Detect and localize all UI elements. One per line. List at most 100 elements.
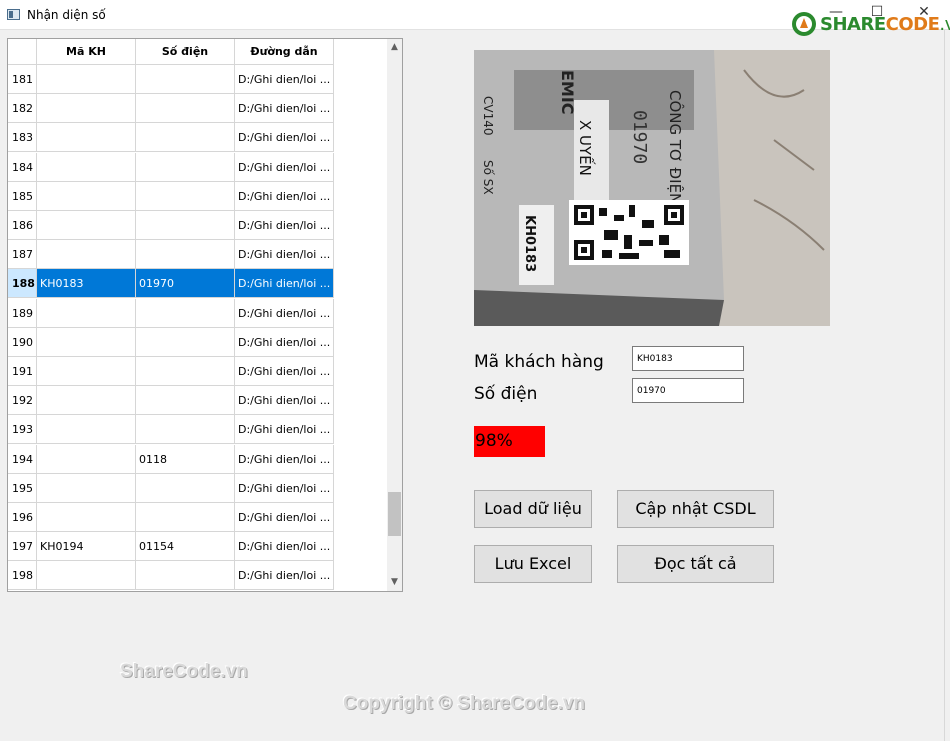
cell-so-dien[interactable] xyxy=(136,211,235,240)
row-number[interactable]: 185 xyxy=(8,181,37,211)
cell-so-dien[interactable] xyxy=(136,357,235,386)
cell-so-dien[interactable]: 01154 xyxy=(136,532,235,562)
cell-so-dien[interactable] xyxy=(136,181,235,211)
cell-ma-kh[interactable] xyxy=(37,181,136,211)
data-grid[interactable]: Mã KH Số điện Đường dẫn 181 D:/Ghi dien/l… xyxy=(7,38,403,592)
cell-so-dien[interactable] xyxy=(136,386,235,416)
cell-so-dien[interactable] xyxy=(136,94,235,124)
scroll-thumb[interactable] xyxy=(388,492,401,537)
row-number[interactable]: 189 xyxy=(8,298,37,328)
cell-duong-dan[interactable]: D:/Ghi dien/loi ... xyxy=(235,473,334,503)
cell-duong-dan[interactable]: D:/Ghi dien/loi ... xyxy=(235,386,334,416)
table-row[interactable]: 198 D:/Ghi dien/loi ... xyxy=(8,561,387,591)
cell-ma-kh[interactable] xyxy=(37,211,136,240)
table-row[interactable]: 195 D:/Ghi dien/loi ... xyxy=(8,473,387,503)
cell-ma-kh[interactable] xyxy=(37,152,136,182)
table-row[interactable]: 185 D:/Ghi dien/loi ... xyxy=(8,181,387,211)
row-number[interactable]: 183 xyxy=(8,123,37,153)
cell-ma-kh[interactable] xyxy=(37,65,136,94)
vertical-scrollbar[interactable]: ▲ ▼ xyxy=(387,39,402,591)
cell-duong-dan[interactable]: D:/Ghi dien/loi ... xyxy=(235,181,334,211)
cell-so-dien[interactable]: 0118 xyxy=(136,444,235,474)
table-row[interactable]: 181 D:/Ghi dien/loi ... xyxy=(8,65,387,94)
table-row[interactable]: 189 D:/Ghi dien/loi ... xyxy=(8,298,387,328)
column-header-duong-dan[interactable]: Đường dẫn xyxy=(235,39,334,65)
cell-duong-dan[interactable]: D:/Ghi dien/loi ... xyxy=(235,503,334,532)
table-row[interactable]: 184 D:/Ghi dien/loi ... xyxy=(8,152,387,182)
cell-duong-dan[interactable]: D:/Ghi dien/loi ... xyxy=(235,298,334,328)
cell-ma-kh[interactable] xyxy=(37,357,136,386)
row-number[interactable]: 194 xyxy=(8,444,37,474)
row-number[interactable]: 186 xyxy=(8,211,37,240)
cell-so-dien[interactable] xyxy=(136,298,235,328)
cell-so-dien[interactable] xyxy=(136,152,235,182)
row-number[interactable]: 195 xyxy=(8,473,37,503)
cell-ma-kh[interactable] xyxy=(37,415,136,445)
cell-so-dien[interactable] xyxy=(136,503,235,532)
cell-so-dien[interactable] xyxy=(136,65,235,94)
cell-duong-dan[interactable]: D:/Ghi dien/loi ... xyxy=(235,444,334,474)
table-row[interactable]: 192 D:/Ghi dien/loi ... xyxy=(8,386,387,416)
table-row[interactable]: 191 D:/Ghi dien/loi ... xyxy=(8,357,387,386)
cell-so-dien[interactable] xyxy=(136,123,235,153)
cell-duong-dan[interactable]: D:/Ghi dien/loi ... xyxy=(235,561,334,591)
row-number[interactable]: 190 xyxy=(8,327,37,357)
cell-ma-kh[interactable] xyxy=(37,94,136,124)
table-row[interactable]: 194 0118 D:/Ghi dien/loi ... xyxy=(8,444,387,474)
cell-ma-kh[interactable] xyxy=(37,240,136,270)
row-number[interactable]: 191 xyxy=(8,357,37,386)
row-number[interactable]: 187 xyxy=(8,240,37,270)
cell-ma-kh[interactable] xyxy=(37,123,136,153)
cell-so-dien[interactable] xyxy=(136,327,235,357)
scroll-down-arrow-icon[interactable]: ▼ xyxy=(387,574,402,591)
scroll-up-arrow-icon[interactable]: ▲ xyxy=(387,39,402,56)
cell-ma-kh[interactable] xyxy=(37,327,136,357)
cell-ma-kh[interactable] xyxy=(37,444,136,474)
update-database-button[interactable]: Cập nhật CSDL xyxy=(617,490,774,528)
cell-so-dien[interactable]: 01970 xyxy=(136,269,235,299)
row-number[interactable]: 196 xyxy=(8,503,37,532)
cell-duong-dan[interactable]: D:/Ghi dien/loi ... xyxy=(235,65,334,94)
table-row[interactable]: 182 D:/Ghi dien/loi ... xyxy=(8,94,387,124)
row-number[interactable]: 184 xyxy=(8,152,37,182)
table-row[interactable]: 187 D:/Ghi dien/loi ... xyxy=(8,240,387,270)
row-number[interactable]: 182 xyxy=(8,94,37,124)
cell-duong-dan[interactable]: D:/Ghi dien/loi ... xyxy=(235,357,334,386)
cell-so-dien[interactable] xyxy=(136,473,235,503)
table-row[interactable]: 197 KH0194 01154 D:/Ghi dien/loi ... xyxy=(8,532,387,562)
cell-duong-dan[interactable]: D:/Ghi dien/loi ... xyxy=(235,94,334,124)
cell-duong-dan[interactable]: D:/Ghi dien/loi ... xyxy=(235,211,334,240)
row-number[interactable]: 181 xyxy=(8,65,37,94)
cell-so-dien[interactable] xyxy=(136,415,235,445)
meter-reading-input[interactable] xyxy=(632,378,744,403)
cell-duong-dan[interactable]: D:/Ghi dien/loi ... xyxy=(235,532,334,562)
cell-ma-kh[interactable] xyxy=(37,473,136,503)
row-number[interactable]: 193 xyxy=(8,415,37,445)
row-number[interactable]: 198 xyxy=(8,561,37,591)
row-number[interactable]: 188 xyxy=(8,269,37,299)
row-number[interactable]: 192 xyxy=(8,386,37,416)
row-number[interactable]: 197 xyxy=(8,532,37,562)
table-row[interactable]: 196 D:/Ghi dien/loi ... xyxy=(8,503,387,532)
cell-ma-kh[interactable] xyxy=(37,561,136,591)
table-row[interactable]: 193 D:/Ghi dien/loi ... xyxy=(8,415,387,445)
cell-duong-dan[interactable]: D:/Ghi dien/loi ... xyxy=(235,269,334,299)
customer-code-input[interactable] xyxy=(632,346,744,371)
cell-ma-kh[interactable] xyxy=(37,298,136,328)
read-all-button[interactable]: Đọc tất cả xyxy=(617,545,774,583)
cell-ma-kh[interactable]: KH0183 xyxy=(37,269,136,299)
column-header-ma-kh[interactable]: Mã KH xyxy=(37,39,136,65)
cell-ma-kh[interactable]: KH0194 xyxy=(37,532,136,562)
cell-so-dien[interactable] xyxy=(136,561,235,591)
save-excel-button[interactable]: Lưu Excel xyxy=(474,545,592,583)
column-header-so-dien[interactable]: Số điện xyxy=(136,39,235,65)
cell-duong-dan[interactable]: D:/Ghi dien/loi ... xyxy=(235,415,334,445)
cell-so-dien[interactable] xyxy=(136,240,235,270)
load-data-button[interactable]: Load dữ liệu xyxy=(474,490,592,528)
table-row[interactable]: 190 D:/Ghi dien/loi ... xyxy=(8,327,387,357)
cell-duong-dan[interactable]: D:/Ghi dien/loi ... xyxy=(235,152,334,182)
table-row[interactable]: 183 D:/Ghi dien/loi ... xyxy=(8,123,387,153)
table-row[interactable]: 188 KH0183 01970 D:/Ghi dien/loi ... xyxy=(8,269,387,299)
cell-duong-dan[interactable]: D:/Ghi dien/loi ... xyxy=(235,123,334,153)
cell-ma-kh[interactable] xyxy=(37,386,136,416)
